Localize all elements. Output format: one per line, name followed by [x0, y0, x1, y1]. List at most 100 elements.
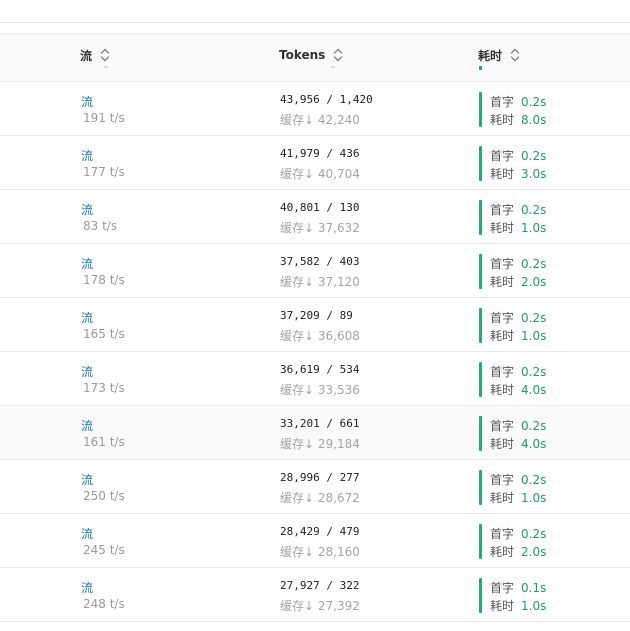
total-time: 耗时 4.0s — [490, 435, 546, 452]
cache-arrow-icon: ↓ — [304, 545, 315, 559]
stream-link[interactable]: 流 — [81, 255, 93, 272]
total-time-value: 2.0s — [521, 275, 547, 289]
first-token-label: 首字 — [490, 257, 515, 271]
stream-rate: 83 t/s — [83, 219, 118, 233]
token-counts: 33,201 / 661 — [280, 417, 360, 430]
cache-arrow-icon: ↓ — [304, 383, 315, 397]
cache-label: 缓存 — [280, 113, 305, 127]
total-time-label: 耗时 — [490, 275, 515, 289]
cache-arrow-icon: ↓ — [304, 491, 315, 505]
total-time: 耗时 4.0s — [490, 381, 546, 398]
cache-value: 36,608 — [317, 329, 360, 343]
cache-tokens: 缓存↓ 36,608 — [280, 327, 360, 344]
cache-label: 缓存 — [280, 383, 305, 397]
total-time-label: 耗时 — [490, 329, 515, 343]
stream-link[interactable]: 流 — [81, 147, 93, 164]
total-time-label: 耗时 — [490, 113, 515, 127]
table-row[interactable]: 流 245 t/s 28,429 / 479 缓存↓ 28,160 首字 0.2s… — [0, 514, 630, 568]
table-row[interactable]: 流 248 t/s 27,927 / 322 缓存↓ 27,392 首字 0.1s… — [0, 568, 630, 622]
timing-indicator-bar — [479, 92, 482, 127]
first-token-value: 0.1s — [521, 581, 547, 595]
cache-label: 缓存 — [280, 221, 305, 235]
first-token-label: 首字 — [490, 419, 515, 433]
cache-tokens: 缓存↓ 28,672 — [280, 489, 360, 506]
stream-rate: 173 t/s — [83, 381, 125, 395]
first-token-value: 0.2s — [521, 365, 547, 379]
cache-tokens: 缓存↓ 28,160 — [280, 543, 360, 560]
cache-arrow-icon: ↓ — [304, 113, 315, 127]
total-time-label: 耗时 — [490, 167, 515, 181]
cache-arrow-icon: ↓ — [304, 167, 315, 181]
total-time: 耗时 1.0s — [490, 489, 546, 506]
table-row[interactable]: 流 165 t/s 37,209 / 89 缓存↓ 36,608 首字 0.2s … — [0, 298, 630, 352]
cache-label: 缓存 — [280, 437, 305, 451]
sort-icon[interactable] — [511, 48, 521, 62]
stream-rate: 165 t/s — [83, 327, 125, 341]
token-counts: 27,927 / 322 — [280, 579, 360, 592]
stream-rate: 191 t/s — [83, 111, 125, 125]
first-token-time: 首字 0.1s — [490, 579, 546, 596]
top-strip — [0, 0, 630, 23]
table-body: 流 191 t/s 43,956 / 1,420 缓存↓ 42,240 首字 0.… — [0, 82, 630, 622]
sort-icon[interactable] — [101, 48, 111, 62]
table-row[interactable]: 流 161 t/s 33,201 / 661 缓存↓ 29,184 首字 0.2s… — [0, 406, 630, 460]
cache-label: 缓存 — [280, 599, 305, 613]
total-time-value: 3.0s — [521, 167, 547, 181]
token-counts: 37,582 / 403 — [280, 255, 360, 268]
stream-link[interactable]: 流 — [81, 93, 93, 110]
total-time-label: 耗时 — [490, 599, 515, 613]
table-row[interactable]: 流 83 t/s 40,801 / 130 缓存↓ 37,632 首字 0.2s … — [0, 190, 630, 244]
stream-link[interactable]: 流 — [81, 579, 93, 596]
cache-value: 27,392 — [317, 599, 360, 613]
stream-link[interactable]: 流 — [81, 471, 93, 488]
stream-rate: 177 t/s — [83, 165, 125, 179]
cache-arrow-icon: ↓ — [304, 221, 315, 235]
stream-rate: 161 t/s — [83, 435, 125, 449]
tokens-column-marker — [331, 66, 335, 68]
column-header-time[interactable]: 耗时 — [478, 46, 521, 64]
column-header-stream[interactable]: 流 — [80, 46, 111, 64]
table-row[interactable]: 流 178 t/s 37,582 / 403 缓存↓ 37,120 首字 0.2s… — [0, 244, 630, 298]
token-counts: 28,429 / 479 — [280, 525, 360, 538]
token-counts: 40,801 / 130 — [280, 201, 360, 214]
stream-link[interactable]: 流 — [81, 201, 93, 218]
stream-link[interactable]: 流 — [81, 309, 93, 326]
cache-label: 缓存 — [280, 545, 305, 559]
timing-indicator-bar — [479, 200, 482, 235]
total-time-label: 耗时 — [490, 221, 515, 235]
first-token-value: 0.2s — [521, 149, 547, 163]
cache-value: 33,536 — [317, 383, 360, 397]
stream-link[interactable]: 流 — [81, 363, 93, 380]
cache-value: 42,240 — [317, 113, 360, 127]
cache-label: 缓存 — [280, 491, 305, 505]
first-token-label: 首字 — [490, 149, 515, 163]
cache-value: 29,184 — [317, 437, 360, 451]
stream-link[interactable]: 流 — [81, 525, 93, 542]
table-row[interactable]: 流 177 t/s 41,979 / 436 缓存↓ 40,704 首字 0.2s… — [0, 136, 630, 190]
first-token-label: 首字 — [490, 581, 515, 595]
cache-tokens: 缓存↓ 42,240 — [280, 111, 360, 128]
cache-arrow-icon: ↓ — [304, 329, 315, 343]
column-header-time-label: 耗时 — [478, 48, 503, 63]
total-time: 耗时 2.0s — [490, 273, 546, 290]
timing-indicator-bar — [479, 308, 482, 343]
total-time-value: 1.0s — [521, 599, 547, 613]
total-time-label: 耗时 — [490, 383, 515, 397]
cache-value: 28,672 — [317, 491, 360, 505]
table-row[interactable]: 流 250 t/s 28,996 / 277 缓存↓ 28,672 首字 0.2s… — [0, 460, 630, 514]
sort-icon[interactable] — [334, 48, 344, 62]
cache-value: 40,704 — [317, 167, 360, 181]
token-counts: 41,979 / 436 — [280, 147, 360, 160]
total-time: 耗时 2.0s — [490, 543, 546, 560]
stream-rate: 250 t/s — [83, 489, 125, 503]
total-time-value: 2.0s — [521, 545, 547, 559]
stream-rate: 248 t/s — [83, 597, 125, 611]
stream-link[interactable]: 流 — [81, 417, 93, 434]
timing-indicator-bar — [479, 416, 482, 451]
column-header-tokens[interactable]: Tokens — [279, 46, 344, 64]
table-row[interactable]: 流 191 t/s 43,956 / 1,420 缓存↓ 42,240 首字 0.… — [0, 82, 630, 136]
stream-rate: 178 t/s — [83, 273, 125, 287]
total-time-value: 1.0s — [521, 491, 547, 505]
first-token-label: 首字 — [490, 311, 515, 325]
table-row[interactable]: 流 173 t/s 36,619 / 534 缓存↓ 33,536 首字 0.2s… — [0, 352, 630, 406]
